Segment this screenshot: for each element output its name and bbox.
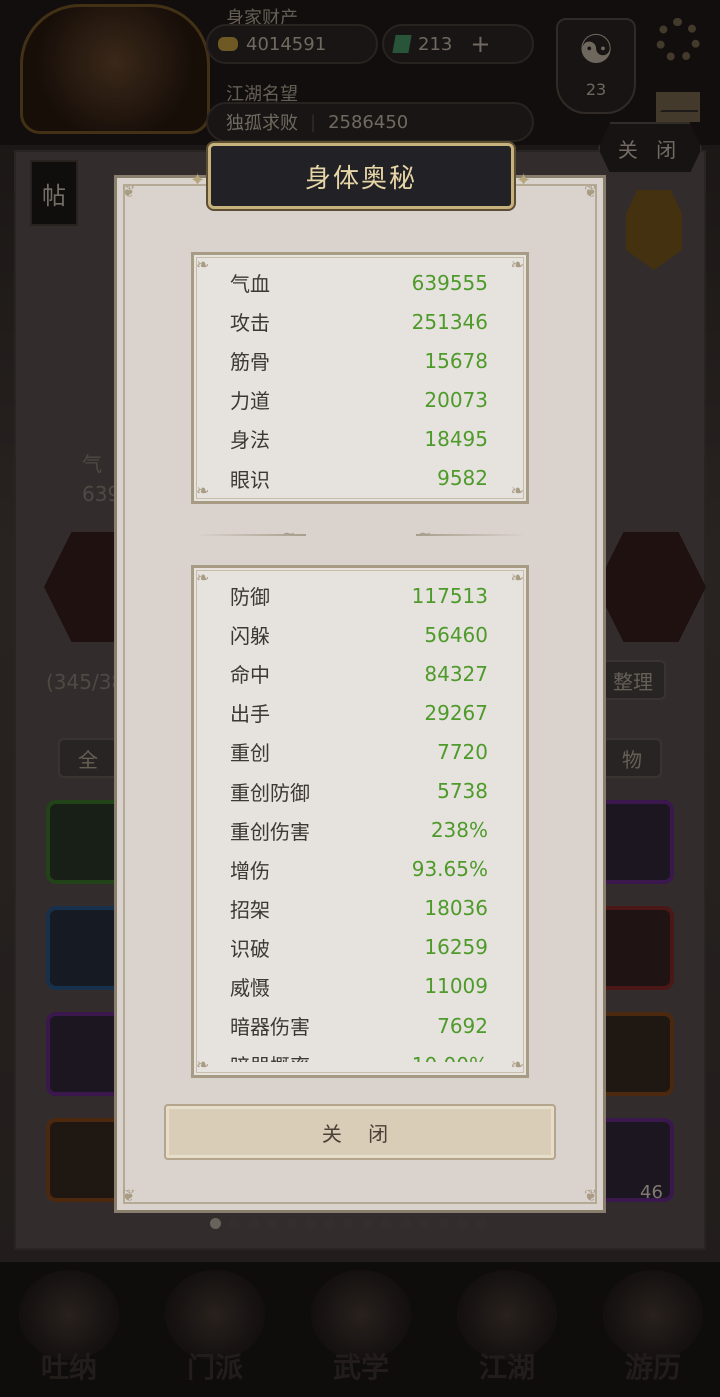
- stat-name: 攻击: [230, 311, 270, 336]
- stat-value: 238%: [430, 818, 488, 843]
- stat-name: 重创伤害: [230, 819, 310, 844]
- stat-row: 攻击 251346: [230, 302, 488, 341]
- stat-name: 闪躲: [230, 624, 270, 649]
- stat-value: 16259: [424, 935, 488, 960]
- stat-name: 识破: [230, 936, 270, 961]
- stat-name: 威慑: [230, 975, 270, 1000]
- stat-row: 出手 29267: [230, 693, 488, 732]
- stat-row: 命中 84327: [230, 654, 488, 693]
- corner-ornament: ❧: [510, 255, 524, 274]
- primary-stats-list: 气血 639555 攻击 251346 筋骨 15678 力道 20073 身法 18495 眼识 9…: [230, 263, 488, 497]
- stat-name: 气血: [230, 272, 270, 297]
- corner-ornament: ❦: [122, 182, 136, 201]
- stat-value: 10.00%: [412, 1053, 488, 1062]
- stat-value: 29267: [424, 700, 488, 725]
- title-ornament-left: ✦: [190, 170, 206, 191]
- stat-name: 眼识: [230, 467, 270, 492]
- stat-value: 7692: [437, 1013, 488, 1038]
- stat-row: 闪躲 56460: [230, 615, 488, 654]
- stat-value: 9582: [437, 466, 488, 491]
- corner-ornament: ❧: [196, 255, 210, 274]
- stat-row: 重创 7720: [230, 732, 488, 771]
- corner-ornament: ❧: [510, 568, 524, 587]
- stat-name: 防御: [230, 585, 270, 610]
- divider-right: [416, 534, 526, 536]
- stat-row: 力道 20073: [230, 380, 488, 419]
- title-ornament-right: ✦: [516, 170, 532, 191]
- stat-row: 重创防御 5738: [230, 771, 488, 810]
- stat-row: 气血 639555: [230, 263, 488, 302]
- stat-value: 15678: [424, 348, 488, 373]
- stat-value: 5738: [437, 779, 488, 804]
- stat-name: 命中: [230, 663, 270, 688]
- stat-value: 7720: [437, 739, 488, 764]
- stat-name: 身法: [230, 428, 270, 453]
- stat-name: 筋骨: [230, 350, 270, 375]
- stat-row: 暗器概率 10.00%: [230, 1045, 488, 1062]
- corner-ornament: ❦: [584, 1186, 598, 1205]
- corner-ornament: ❦: [122, 1186, 136, 1205]
- stat-value: 84327: [424, 661, 488, 686]
- stat-name: 暗器概率: [230, 1050, 310, 1062]
- corner-ornament: ❧: [196, 481, 210, 500]
- stat-name: 暗器伤害: [230, 1015, 310, 1040]
- stat-name: 出手: [230, 702, 270, 727]
- stat-row: 身法 18495: [230, 419, 488, 458]
- stat-name: 增伤: [230, 858, 270, 883]
- stat-row: 识破 16259: [230, 928, 488, 967]
- divider-ornament: ~: [282, 524, 296, 543]
- stat-row: 眼识 9582: [230, 458, 488, 497]
- corner-ornament: ❦: [584, 182, 598, 201]
- stat-value: 20073: [424, 387, 488, 412]
- stat-row: 招架 18036: [230, 889, 488, 928]
- modal-title: 身体奥秘: [208, 143, 514, 209]
- stat-name: 力道: [230, 389, 270, 414]
- stat-row: 增伤 93.65%: [230, 850, 488, 889]
- close-button[interactable]: 关 闭: [164, 1104, 556, 1160]
- stat-row: 重创伤害 238%: [230, 811, 488, 850]
- stat-value: 11009: [424, 974, 488, 999]
- corner-ornament: ❧: [196, 568, 210, 587]
- stat-row: 暗器伤害 7692: [230, 1006, 488, 1045]
- stat-value: 251346: [411, 309, 488, 334]
- stat-value: 639555: [411, 270, 488, 295]
- stat-value: 18495: [424, 426, 488, 451]
- stat-row: 筋骨 15678: [230, 341, 488, 380]
- stat-value: 18036: [424, 896, 488, 921]
- stat-row: 威慑 11009: [230, 967, 488, 1006]
- corner-ornament: ❧: [510, 481, 524, 500]
- stat-name: 重创: [230, 741, 270, 766]
- secondary-stats-list[interactable]: 防御 117513 闪躲 56460 命中 84327 出手 29267 重创 7720 重创防御 5…: [230, 576, 488, 1062]
- stat-value: 56460: [424, 622, 488, 647]
- stat-value: 93.65%: [411, 857, 488, 882]
- stat-name: 招架: [230, 897, 270, 922]
- primary-stats-box: ❧ ❧ ❧ ❧ 气血 639555 攻击 251346 筋骨 15678 力道 20073 身法…: [191, 252, 529, 504]
- stat-value: 117513: [411, 583, 488, 608]
- corner-ornament: ❧: [196, 1055, 210, 1074]
- stat-row: 防御 117513: [230, 576, 488, 615]
- corner-ornament: ❧: [510, 1055, 524, 1074]
- secondary-stats-box[interactable]: ❧ ❧ ❧ ❧ 防御 117513 闪躲 56460 命中 84327 出手 29267 重创 7…: [191, 565, 529, 1078]
- stat-name: 重创防御: [230, 780, 310, 805]
